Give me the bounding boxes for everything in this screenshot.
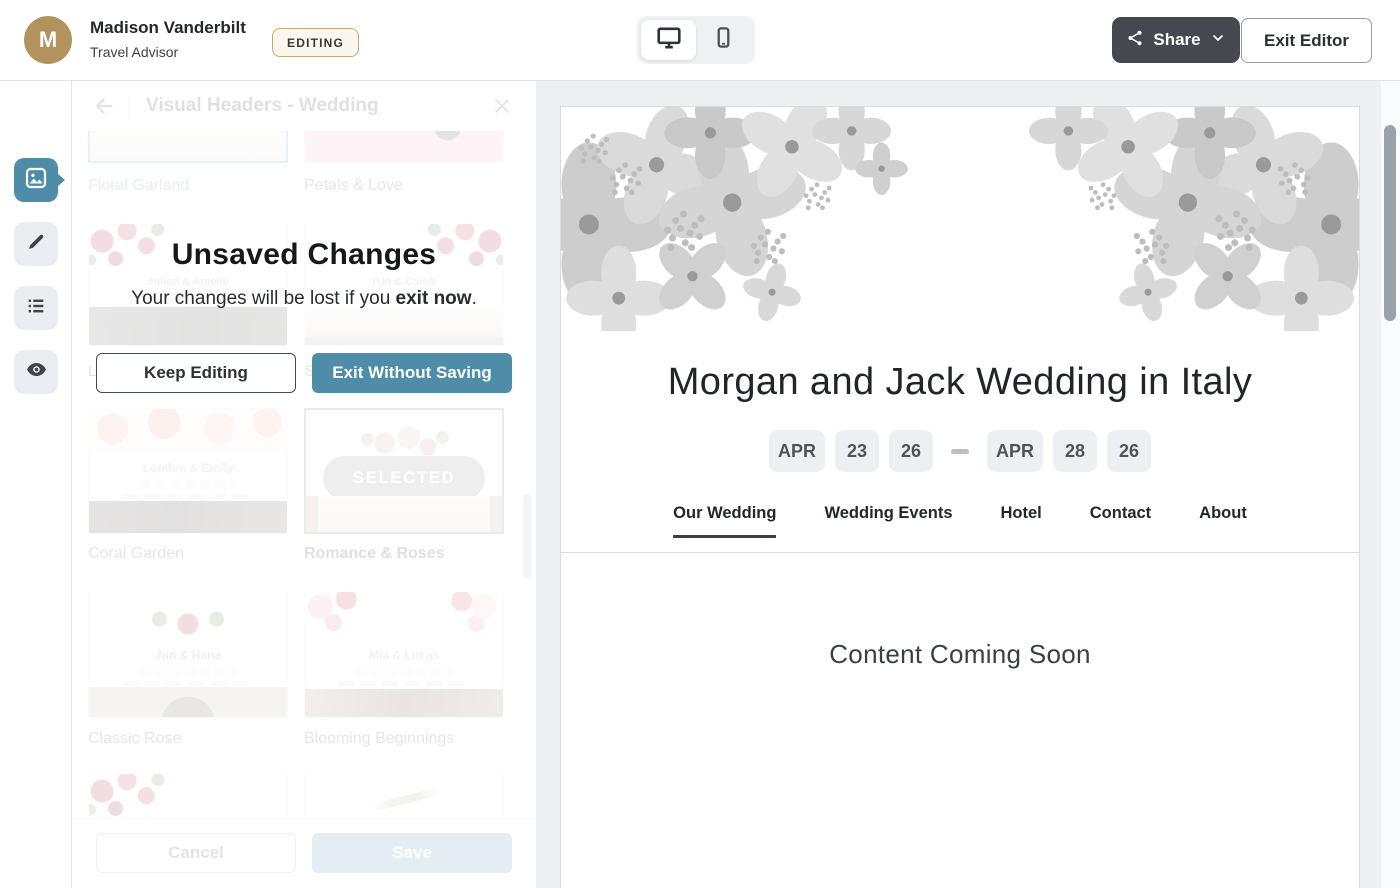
keep-editing-button[interactable]: Keep Editing xyxy=(96,353,296,393)
desktop-toggle-button[interactable] xyxy=(641,20,696,60)
tab-about[interactable]: About xyxy=(1199,504,1247,538)
modal-backdrop xyxy=(72,81,536,888)
tab-contact[interactable]: Contact xyxy=(1090,504,1151,538)
site-title: Morgan and Jack Wedding in Italy xyxy=(561,361,1359,404)
exit-editor-label: Exit Editor xyxy=(1264,31,1349,51)
pencil-icon xyxy=(25,231,47,258)
share-button[interactable]: Share xyxy=(1112,17,1240,63)
modal-body-text: Your changes will be lost if you xyxy=(131,288,395,309)
exit-without-saving-button[interactable]: Exit Without Saving xyxy=(312,353,512,393)
sidebar-item-preview[interactable] xyxy=(14,350,58,394)
nav-divider xyxy=(561,552,1359,553)
modal-title: Unsaved Changes xyxy=(72,238,536,272)
site-preview-card: Morgan and Jack Wedding in Italy APR 23 … xyxy=(560,106,1360,888)
site-preview-area: Morgan and Jack Wedding in Italy APR 23 … xyxy=(536,81,1400,888)
site-nav: Our Wedding Wedding Events Hotel Contact… xyxy=(561,504,1359,538)
eye-icon xyxy=(25,358,48,386)
modal-body: Your changes will be lost if you exit no… xyxy=(72,288,536,310)
sidebar-item-visual-headers[interactable] xyxy=(14,158,58,202)
editing-badge: EDITING xyxy=(272,28,359,57)
mobile-icon xyxy=(712,26,735,54)
sidebar-item-edit[interactable] xyxy=(14,222,58,266)
device-preview-toggle xyxy=(637,16,755,64)
wedding-dates: APR 23 26 APR 28 26 xyxy=(561,430,1359,472)
modal-body-bold: exit now xyxy=(396,288,472,309)
chevron-down-icon xyxy=(1210,30,1226,51)
scrollbar-track xyxy=(1380,81,1400,888)
floral-cluster-left xyxy=(561,107,928,331)
list-icon xyxy=(25,295,47,322)
top-bar: M Madison Vanderbilt Travel Advisor EDIT… xyxy=(0,0,1400,81)
floral-header-image xyxy=(561,107,1359,331)
image-icon xyxy=(24,166,48,195)
user-name: Madison Vanderbilt xyxy=(90,18,246,38)
date-end-day: 28 xyxy=(1053,430,1097,472)
desktop-icon xyxy=(655,25,683,56)
date-range-dash xyxy=(951,449,969,454)
tab-hotel[interactable]: Hotel xyxy=(1001,504,1042,538)
modal-body-period: . xyxy=(472,288,477,309)
floral-cluster-right xyxy=(992,107,1359,331)
tab-our-wedding[interactable]: Our Wedding xyxy=(673,504,776,538)
share-icon xyxy=(1126,29,1144,52)
date-start-month: APR xyxy=(769,430,825,472)
date-end-month: APR xyxy=(987,430,1043,472)
share-label: Share xyxy=(1153,30,1200,50)
date-start-year: 26 xyxy=(889,430,933,472)
scrollbar-thumb[interactable] xyxy=(1384,125,1396,321)
date-end-year: 26 xyxy=(1107,430,1151,472)
editor-sidebar xyxy=(0,81,72,888)
visual-headers-panel: Floral Garland Petals & Love Julien & Am… xyxy=(72,81,536,888)
avatar: M xyxy=(24,16,72,64)
user-role: Travel Advisor xyxy=(90,44,178,60)
date-start-day: 23 xyxy=(835,430,879,472)
tab-wedding-events[interactable]: Wedding Events xyxy=(824,504,952,538)
mobile-toggle-button[interactable] xyxy=(696,20,751,60)
sidebar-item-sections[interactable] xyxy=(14,286,58,330)
exit-editor-button[interactable]: Exit Editor xyxy=(1241,18,1372,63)
content-placeholder: Content Coming Soon xyxy=(561,639,1359,670)
